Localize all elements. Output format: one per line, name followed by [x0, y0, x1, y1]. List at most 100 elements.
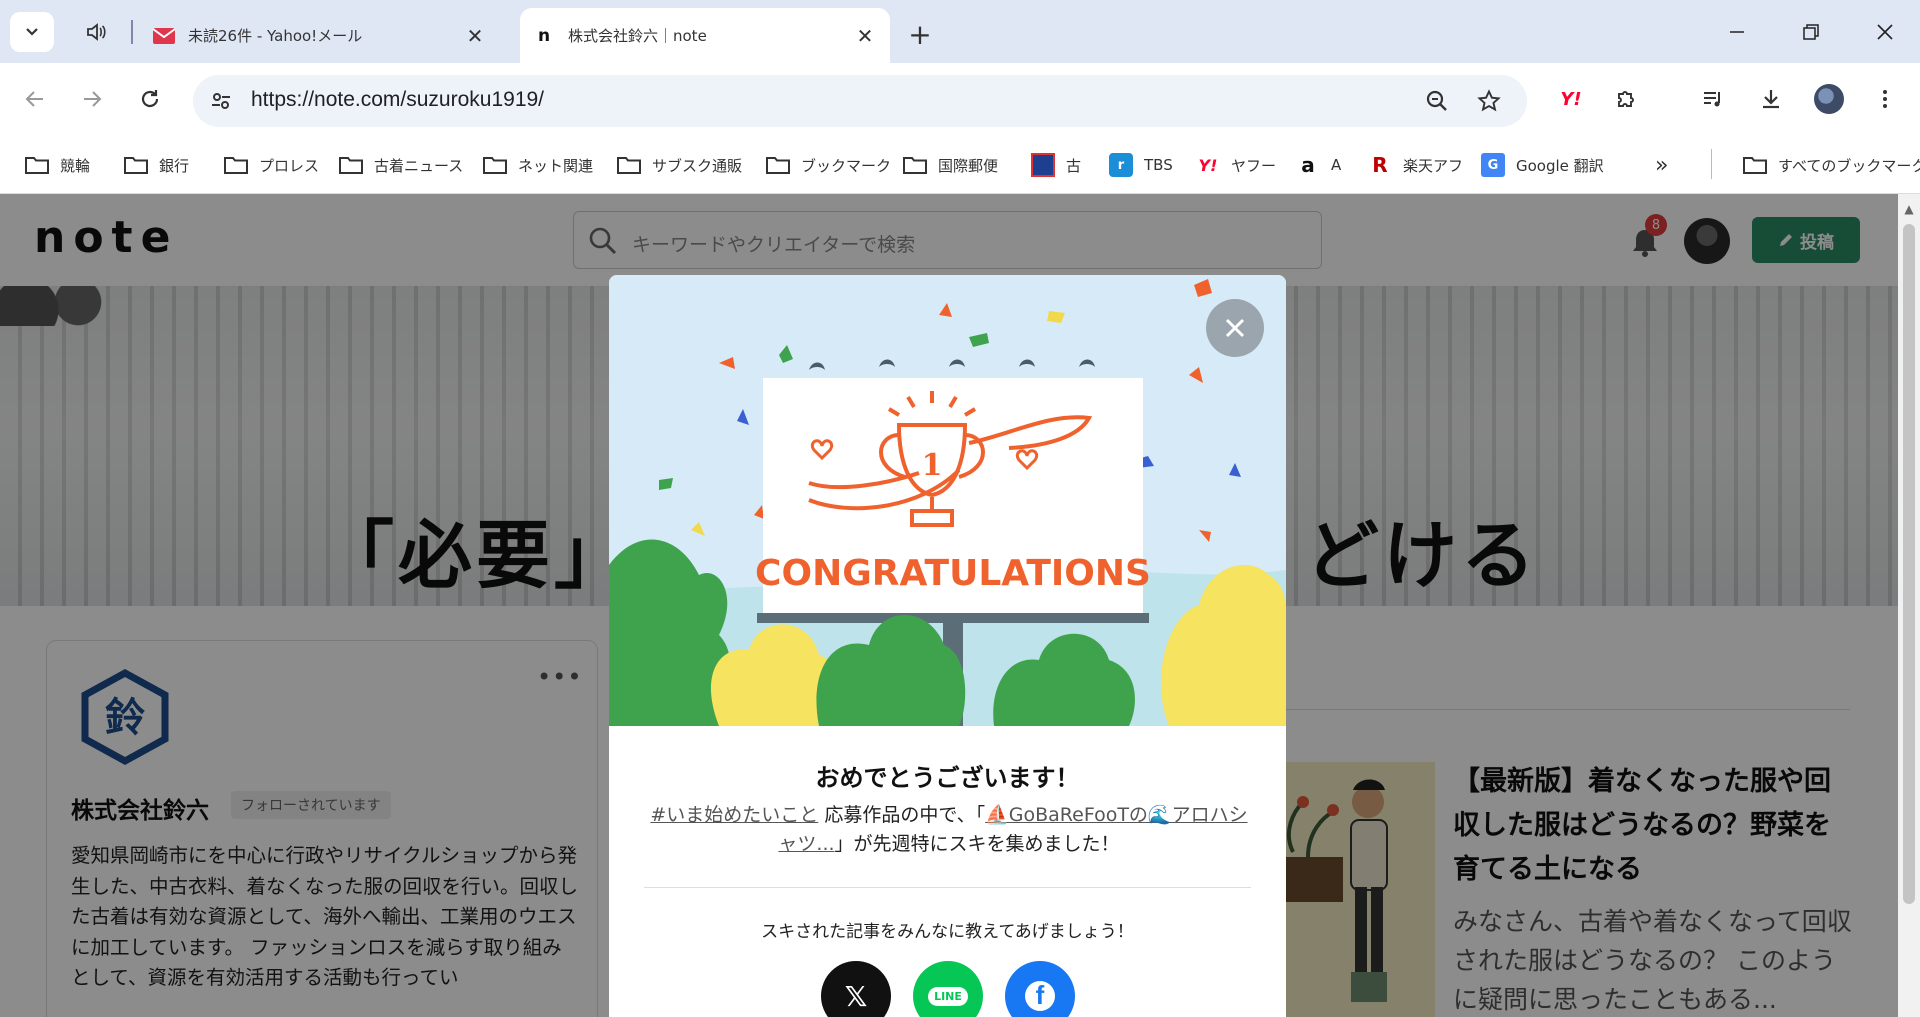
browser-menu-button[interactable]	[1865, 79, 1905, 119]
tab-title: 未読26件 - Yahoo!メール	[188, 27, 363, 45]
profile-button[interactable]	[1809, 79, 1849, 119]
reload-button[interactable]	[130, 79, 170, 119]
bookmark-label: Google 翻訳	[1516, 156, 1604, 175]
folder-icon	[221, 153, 251, 177]
bookmark-label: 銀行	[159, 156, 190, 175]
star-icon	[1477, 89, 1501, 112]
speaker-icon	[87, 23, 106, 41]
bookmark-label: 古	[1066, 156, 1082, 175]
bookmark-label: 競輪	[60, 156, 91, 175]
bookmark-label: A	[1331, 156, 1342, 174]
yahoo-icon: Y!	[1560, 88, 1582, 110]
bookmark-item[interactable]: G Google 翻訳	[1478, 147, 1604, 183]
forward-button[interactable]	[72, 79, 112, 119]
zoom-button[interactable]	[1419, 83, 1455, 119]
double-chevron-right-icon: »	[1655, 152, 1669, 178]
message-text-end: 」が先週特にスキを集めました！	[834, 833, 1120, 855]
chevron-down-icon	[26, 28, 38, 36]
bookmark-item[interactable]: プロレス	[221, 147, 319, 183]
bookmark-item[interactable]: 古	[1028, 147, 1081, 183]
modal-close-button[interactable]	[1206, 299, 1264, 357]
all-bookmarks-label: すべてのブックマーク	[1778, 156, 1920, 175]
more-bookmarks-button[interactable]: »	[1655, 147, 1668, 183]
bookmark-star-button[interactable]	[1471, 83, 1507, 119]
furugi-icon	[1028, 153, 1058, 177]
all-bookmarks-button[interactable]: すべてのブックマーク	[1740, 147, 1920, 183]
trophy-number: 1	[922, 448, 943, 483]
tune-icon	[212, 93, 230, 109]
note-n-icon: n	[537, 25, 551, 46]
url-text[interactable]: https://note.com/suzuroku1919/	[251, 88, 544, 112]
bookmark-item[interactable]: Y! ヤフー	[1193, 147, 1276, 183]
facebook-logo-icon: f	[1025, 981, 1055, 1011]
scroll-thumb[interactable]	[1903, 224, 1915, 904]
close-tab-icon[interactable]: ✕	[460, 21, 490, 51]
modal-message: #いま始めたいこと 応募作品の中で、「⛵GoBaReFooTの🌊アロハシャツ..…	[649, 801, 1249, 859]
tab-strip: 未読26件 - Yahoo!メール ✕ n 株式会社鈴六｜note ✕ +	[0, 0, 1920, 63]
downloads-button[interactable]	[1751, 79, 1791, 119]
share-line-button[interactable]: LINE	[913, 961, 983, 1017]
bookmark-item[interactable]: 競輪	[22, 147, 90, 183]
google-translate-icon: G	[1478, 153, 1508, 177]
minimize-icon	[1730, 31, 1744, 33]
rakuten-icon: R	[1372, 153, 1388, 177]
bookmark-label: TBS	[1144, 156, 1173, 174]
close-window-button[interactable]	[1860, 10, 1910, 54]
radiko-icon: r	[1106, 153, 1136, 177]
bookmark-item[interactable]: 国際郵便	[900, 147, 998, 183]
media-control-button[interactable]	[1693, 79, 1733, 119]
arrow-right-icon	[84, 91, 102, 107]
folder-icon	[1740, 153, 1770, 177]
message-text-mid: 応募作品の中で、「	[824, 804, 986, 826]
tab-separator	[131, 20, 133, 44]
hashtag-link[interactable]: #いま始めたいこと	[650, 804, 818, 826]
tab-title: 株式会社鈴六｜note	[568, 27, 707, 45]
bookmark-label: 国際郵便	[938, 156, 999, 175]
bookmark-item[interactable]: 銀行	[121, 147, 189, 183]
folder-icon	[336, 153, 366, 177]
note-page: note キーワードやクリエイターで検索 8 投稿 「必要」を どける 鈴 ••…	[0, 194, 1898, 1017]
share-facebook-button[interactable]: f	[1005, 961, 1075, 1017]
close-icon	[1877, 24, 1893, 40]
tab-search-button[interactable]	[10, 12, 54, 52]
congratulations-illustration: 1 CONGRATULATIONS	[609, 275, 1286, 726]
folder-icon	[763, 153, 793, 177]
share-prompt: スキされた記事をみんなに教えてあげましょう！	[761, 922, 1134, 942]
modal-heading: おめでとうございます！	[815, 764, 1080, 792]
puzzle-icon	[1618, 91, 1634, 107]
browser-toolbar: https://note.com/suzuroku1919/ Y!	[0, 63, 1920, 137]
bookmark-item[interactable]: サブスク通販	[614, 147, 742, 183]
bookmark-item[interactable]: ネット関連	[480, 147, 593, 183]
tab-note[interactable]: n 株式会社鈴六｜note ✕	[520, 8, 890, 63]
folder-icon	[121, 153, 151, 177]
bookmark-item[interactable]: aA	[1293, 147, 1341, 183]
modal-divider	[644, 887, 1251, 888]
reload-icon	[141, 90, 159, 108]
download-icon	[1763, 90, 1779, 109]
bookmark-item[interactable]: ブックマーク	[763, 147, 891, 183]
back-button[interactable]	[15, 79, 55, 119]
extensions-button[interactable]	[1607, 79, 1647, 119]
share-x-button[interactable]: 𝕏	[821, 961, 891, 1017]
bookmark-item[interactable]: 古着ニュース	[336, 147, 463, 183]
scroll-up-arrow-icon[interactable]: ▲	[1898, 198, 1920, 220]
bookmark-item[interactable]: r TBS	[1106, 147, 1173, 183]
new-tab-button[interactable]: +	[902, 16, 938, 52]
page-scrollbar[interactable]: ▲	[1898, 194, 1920, 1017]
folder-icon	[22, 153, 52, 177]
bookmark-item[interactable]: R 楽天アフ	[1365, 147, 1463, 183]
zoom-icon	[1426, 90, 1447, 111]
tab-yahoo-mail[interactable]: 未読26件 - Yahoo!メール ✕	[140, 8, 500, 63]
bookmark-label: プロレス	[259, 156, 320, 175]
restore-icon	[1803, 24, 1819, 40]
audio-tab[interactable]	[76, 14, 116, 50]
arrow-left-icon	[25, 91, 43, 107]
site-info-button[interactable]	[201, 81, 241, 121]
amazon-icon: a	[1301, 153, 1315, 177]
minimize-button[interactable]	[1712, 10, 1762, 54]
close-tab-icon[interactable]: ✕	[850, 21, 880, 51]
bookmark-label: ヤフー	[1231, 156, 1277, 175]
address-bar[interactable]: https://note.com/suzuroku1919/	[193, 75, 1527, 127]
restore-button[interactable]	[1786, 10, 1836, 54]
yahoo-extension-button[interactable]: Y!	[1551, 79, 1591, 119]
